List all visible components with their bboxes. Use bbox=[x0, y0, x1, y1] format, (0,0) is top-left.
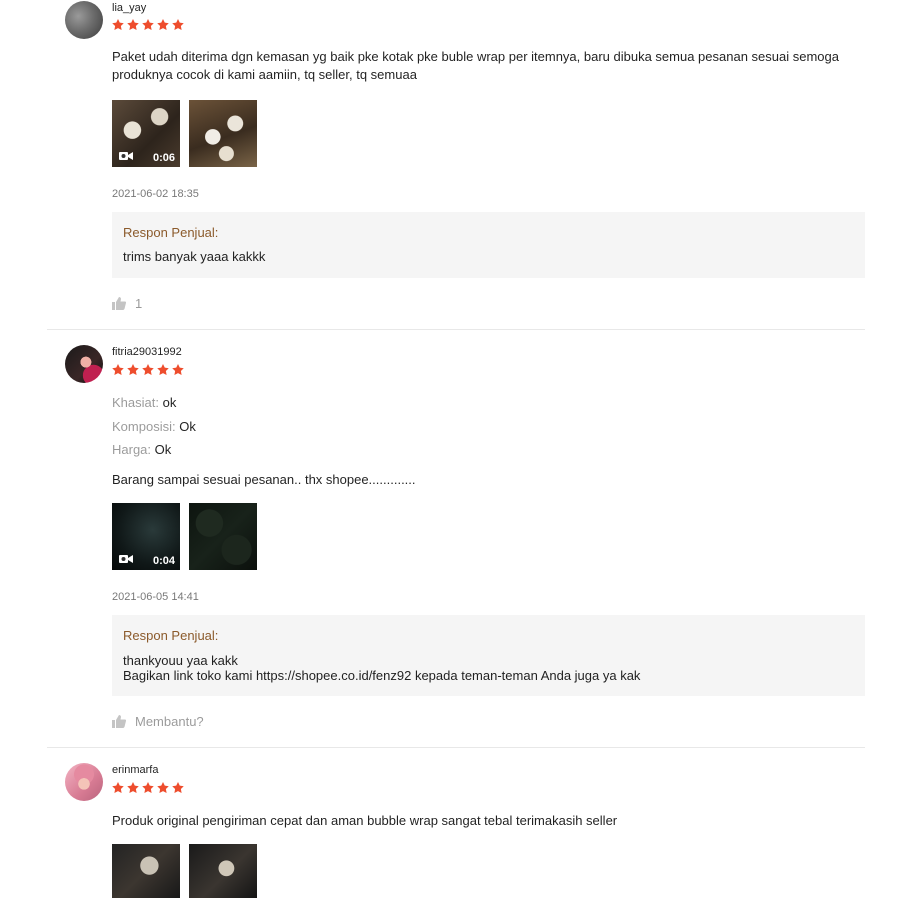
review-text: Produk original pengiriman cepat dan ama… bbox=[112, 813, 618, 828]
seller-response-line: thankyouu yaa kakk bbox=[123, 653, 238, 668]
star-icon bbox=[112, 364, 124, 376]
like-button[interactable]: 1 bbox=[112, 296, 142, 311]
video-duration: 0:04 bbox=[152, 555, 175, 567]
rating-stars bbox=[112, 782, 184, 794]
star-icon bbox=[172, 19, 184, 31]
review-text: Paket udah diterima dgn kemasan yg baik … bbox=[112, 49, 839, 82]
seller-response-text: trims banyak yaaa kakkk bbox=[123, 249, 265, 264]
reviewer-username[interactable]: lia_yay bbox=[112, 2, 146, 14]
rating-stars bbox=[112, 19, 184, 31]
video-duration: 0:06 bbox=[152, 152, 175, 164]
review-image-thumbnail[interactable] bbox=[112, 844, 180, 898]
review-divider bbox=[47, 747, 865, 748]
review-divider bbox=[47, 329, 865, 330]
review-attribute: Khasiat: ok bbox=[112, 394, 176, 412]
review-date: 2021-06-02 18:35 bbox=[112, 188, 199, 200]
star-icon bbox=[127, 19, 139, 31]
thumbs-up-icon bbox=[112, 297, 126, 310]
star-icon bbox=[142, 782, 154, 794]
seller-response: Respon Penjual: thankyouu yaa kakk Bagik… bbox=[112, 615, 865, 696]
helpful-label: Membantu? bbox=[135, 714, 204, 729]
seller-response-title: Respon Penjual: bbox=[123, 628, 219, 643]
star-icon bbox=[142, 19, 154, 31]
star-icon bbox=[112, 19, 124, 31]
reviewer-username[interactable]: erinmarfa bbox=[112, 764, 158, 776]
rating-stars bbox=[112, 364, 184, 376]
reviewer-username[interactable]: fitria29031992 bbox=[112, 346, 182, 358]
avatar[interactable] bbox=[65, 763, 103, 801]
video-camera-icon bbox=[119, 152, 133, 160]
review-date: 2021-06-05 14:41 bbox=[112, 591, 199, 603]
review-video-thumbnail[interactable]: 0:04 bbox=[112, 503, 180, 570]
review-image-thumbnail[interactable] bbox=[189, 100, 257, 167]
video-camera-icon bbox=[119, 555, 133, 563]
star-icon bbox=[157, 364, 169, 376]
star-icon bbox=[157, 19, 169, 31]
seller-response-line: trims banyak yaaa kakkk bbox=[123, 249, 266, 264]
attribute-value: Ok bbox=[154, 442, 172, 457]
attribute-key: Komposisi: bbox=[112, 419, 176, 434]
review-image-thumbnail[interactable] bbox=[189, 844, 257, 898]
seller-response: Respon Penjual: trims banyak yaaa kakkk bbox=[112, 212, 865, 278]
star-icon bbox=[142, 364, 154, 376]
star-icon bbox=[172, 364, 184, 376]
avatar[interactable] bbox=[65, 345, 103, 383]
attribute-key: Harga: bbox=[112, 442, 152, 457]
attribute-value: Ok bbox=[179, 419, 196, 434]
star-icon bbox=[157, 782, 169, 794]
seller-response-line: Bagikan link toko kami https://shopee.co… bbox=[123, 668, 641, 683]
avatar[interactable] bbox=[65, 1, 103, 39]
seller-response-title: Respon Penjual: bbox=[123, 225, 219, 240]
star-icon bbox=[172, 782, 184, 794]
review-image-thumbnail[interactable] bbox=[189, 503, 257, 570]
review-attribute: Harga: Ok bbox=[112, 441, 171, 459]
thumbs-up-icon bbox=[112, 715, 126, 728]
seller-response-text: thankyouu yaa kakk Bagikan link toko kam… bbox=[123, 653, 640, 683]
attribute-key: Khasiat: bbox=[112, 395, 159, 410]
like-count: 1 bbox=[135, 296, 143, 311]
star-icon bbox=[127, 364, 139, 376]
like-button[interactable]: Membantu? bbox=[112, 714, 204, 729]
review-video-thumbnail[interactable]: 0:06 bbox=[112, 100, 180, 167]
attribute-value: ok bbox=[162, 395, 177, 410]
review-text: Barang sampai sesuai pesanan.. thx shope… bbox=[112, 472, 416, 487]
star-icon bbox=[127, 782, 139, 794]
star-icon bbox=[112, 782, 124, 794]
review-attribute: Komposisi: Ok bbox=[112, 418, 196, 436]
